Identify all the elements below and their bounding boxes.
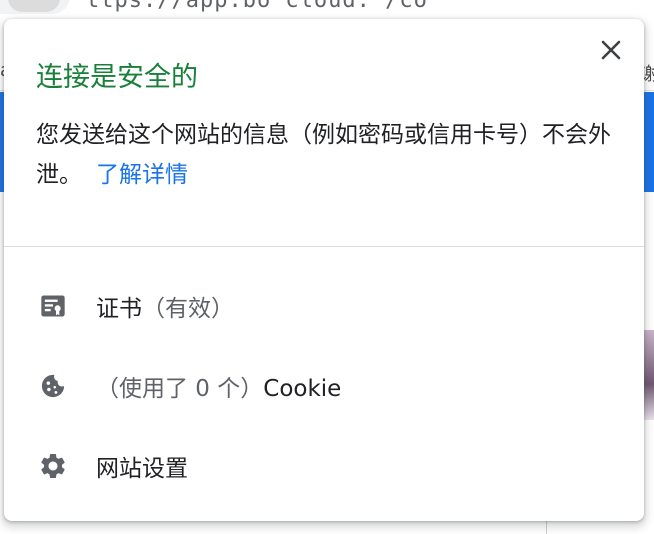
section-divider — [4, 246, 644, 247]
connection-description: 您发送给这个网站的信息（例如密码或信用卡号）不会外泄。 了解详情 — [36, 115, 616, 195]
address-bar[interactable]: ttps://app.bo cloud. /co — [0, 0, 654, 16]
close-icon — [601, 40, 621, 60]
certificate-icon — [38, 291, 68, 321]
url-text[interactable]: ttps://app.bo cloud. /co — [86, 0, 428, 13]
certificate-title: 证书 — [96, 296, 142, 322]
site-settings-row[interactable]: 网站设置 — [4, 436, 644, 496]
cookies-row[interactable]: （使用了 0 个）Cookie — [4, 356, 644, 416]
site-info-button[interactable] — [8, 0, 60, 12]
cookies-count: （使用了 0 个） — [96, 376, 264, 402]
certificate-label: 证书（有效） — [96, 289, 234, 323]
learn-more-link[interactable]: 了解详情 — [96, 162, 188, 188]
site-info-popup: 连接是安全的 您发送给这个网站的信息（例如密码或信用卡号）不会外泄。 了解详情 证… — [4, 19, 644, 521]
page-divider — [546, 520, 547, 534]
cookie-icon — [38, 371, 68, 401]
site-settings-label: 网站设置 — [96, 456, 188, 482]
cookies-label: （使用了 0 个）Cookie — [96, 369, 341, 403]
gear-icon — [38, 451, 68, 481]
close-button[interactable] — [596, 35, 626, 65]
connection-status-title: 连接是安全的 — [36, 62, 198, 93]
cookies-title: Cookie — [263, 376, 342, 402]
certificate-row[interactable]: 证书（有效） — [4, 276, 644, 336]
certificate-status: （有效） — [142, 296, 234, 322]
